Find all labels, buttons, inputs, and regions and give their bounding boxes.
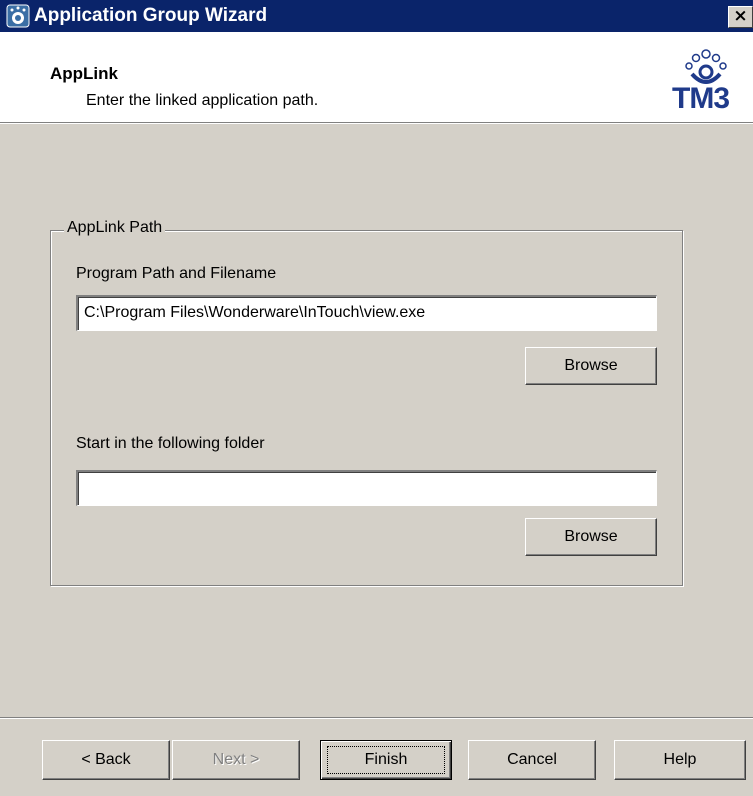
start-folder-label: Start in the following folder [76,435,265,452]
logo-text: TM3 [672,82,730,115]
finish-button[interactable]: Finish [320,740,452,780]
back-button[interactable]: < Back [42,740,170,780]
program-path-input[interactable]: C:\Program Files\Wonderware\InTouch\view… [76,295,657,331]
page-title: AppLink [50,64,118,83]
close-icon: × [733,6,748,26]
back-button-label: < Back [81,751,131,768]
browse-folder-button[interactable]: Browse [525,518,657,556]
page-subtitle: Enter the linked application path. [86,92,319,109]
group-legend: AppLink Path [64,219,166,237]
help-button[interactable]: Help [614,740,746,780]
app-icon [6,4,30,28]
logo-figure-icon [685,49,727,84]
close-button[interactable]: × [728,6,753,28]
tm3-logo: TM3 [662,38,752,116]
header-panel: AppLink Enter the linked application pat… [0,32,753,122]
browse-program-button[interactable]: Browse [525,347,657,385]
window-title: Application Group Wizard [34,5,268,26]
cancel-button-label: Cancel [507,751,557,768]
next-button-label: Next > [212,751,260,768]
next-button[interactable]: Next > [172,740,300,780]
program-path-label: Program Path and Filename [76,265,277,282]
title-bar[interactable]: Application Group Wizard × [0,0,753,32]
footer-separator [0,717,753,719]
header-separator [0,122,753,124]
help-button-label: Help [663,751,697,768]
start-folder-input[interactable] [76,470,657,506]
focus-rectangle [327,746,445,774]
cancel-button[interactable]: Cancel [468,740,596,780]
